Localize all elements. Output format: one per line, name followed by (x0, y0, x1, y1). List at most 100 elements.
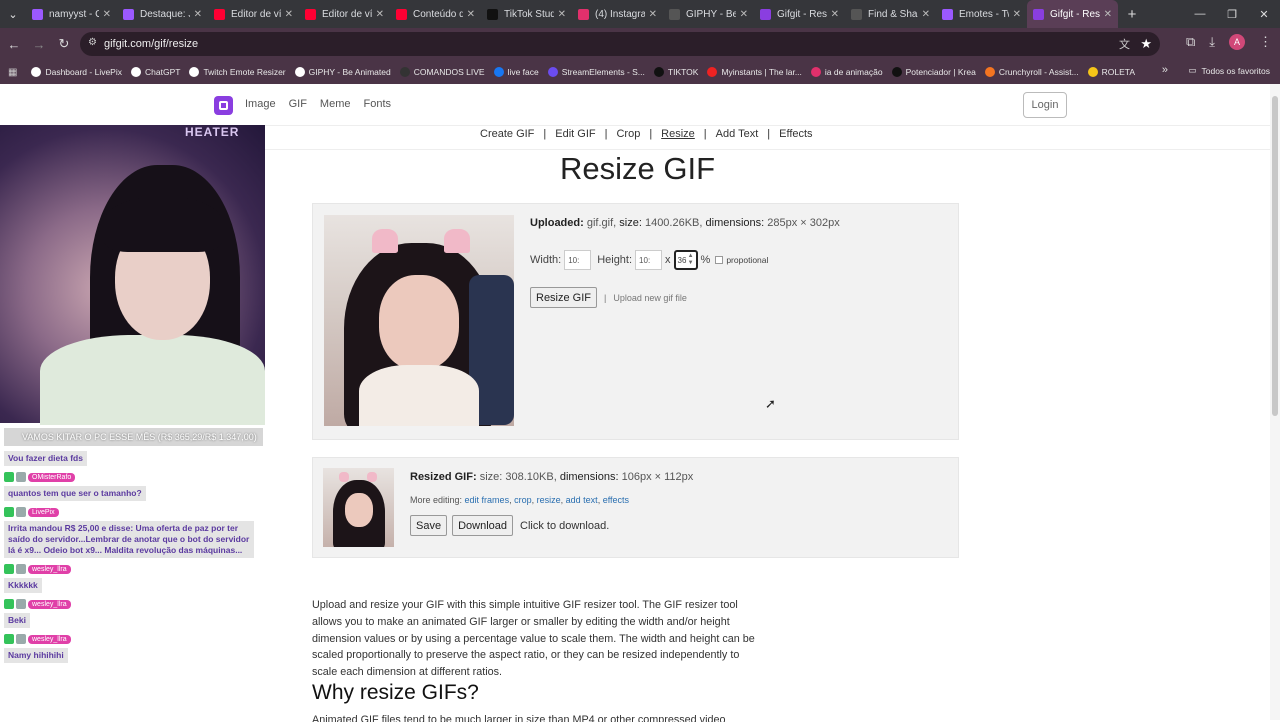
browser-tab[interactable]: namyyst - Gi ✕ (26, 0, 117, 28)
tab-close-icon[interactable]: ✕ (1013, 9, 1021, 20)
browser-tab[interactable]: Gifgit - Resi ✕ (754, 0, 845, 28)
tab-close-icon[interactable]: ✕ (922, 9, 930, 20)
resized-info: Resized GIF: size: 308.10KB, dimensions:… (410, 471, 694, 483)
url-input[interactable]: ⚙ gifgit.com/gif/resize 文 ★ (80, 32, 1160, 56)
tab-close-icon[interactable]: ✕ (649, 9, 657, 20)
bookmark-item[interactable]: ia de animação (810, 67, 883, 77)
height-input[interactable]: 10: (635, 250, 663, 270)
sub-badge-icon (16, 472, 26, 482)
site-info-icon[interactable]: ⚙ (88, 37, 97, 48)
tab-close-icon[interactable]: ✕ (740, 9, 748, 20)
moderator-badge-icon (4, 634, 14, 644)
bookmark-item[interactable]: GIPHY - Be Animated (294, 67, 391, 77)
width-input[interactable]: 10: (564, 250, 592, 270)
scrollbar-thumb[interactable] (1272, 96, 1278, 416)
gifgit-logo-icon[interactable] (214, 96, 233, 115)
more-editing: More editing: edit frames, crop, resize,… (410, 495, 630, 505)
tab-close-icon[interactable]: ✕ (285, 9, 293, 20)
uploaded-label: Uploaded: (530, 217, 584, 229)
login-button[interactable]: Login (1023, 92, 1067, 118)
proportional-checkbox[interactable] (715, 256, 724, 264)
close-window-icon[interactable]: ✕ (1248, 0, 1280, 28)
percent-input[interactable]: 36 ▲ ▼ (673, 250, 698, 270)
tab-close-icon[interactable]: ✕ (376, 9, 384, 20)
browser-tab[interactable]: GIPHY - Be A ✕ (663, 0, 754, 28)
menu-icon[interactable]: ⋮ (1259, 34, 1272, 50)
all-favorites-folder[interactable]: ▭ Todos os favoritos (1188, 65, 1270, 76)
extensions-icon[interactable]: ⧉ (1186, 34, 1195, 50)
subnav-resize[interactable]: Resize (661, 128, 695, 140)
browser-tab[interactable]: Editor de víd ✕ (208, 0, 299, 28)
subnav-create-gif[interactable]: Create GIF (480, 128, 534, 140)
resized-actions: Save Download Click to download. (410, 515, 609, 536)
maximize-icon[interactable]: ❐ (1216, 0, 1248, 28)
browser-tab[interactable]: Gifgit - Resiz ✕ (1027, 0, 1118, 28)
sub-badge-icon (16, 564, 26, 574)
tab-close-icon[interactable]: ✕ (831, 9, 839, 20)
tab-close-icon[interactable]: ✕ (467, 9, 475, 20)
browser-tab[interactable]: Editor de víd ✕ (299, 0, 390, 28)
dimensions-label: dimensions: (705, 217, 765, 229)
bookmark-item[interactable]: COMANDOS LIVE (399, 67, 485, 77)
translate-icon[interactable]: 文 (1119, 36, 1130, 52)
resize-link[interactable]: resize (537, 495, 561, 505)
download-hint: Click to download. (520, 519, 610, 532)
apps-grid-icon[interactable]: ▦ (8, 67, 17, 78)
browser-tab[interactable]: (4) Instagram ✕ (572, 0, 663, 28)
page-scrollbar[interactable] (1270, 84, 1280, 720)
bookmark-item[interactable]: live face (493, 67, 539, 77)
nav-gif[interactable]: GIF (289, 98, 307, 110)
bookmark-item[interactable]: Crunchyroll - Assist... (984, 67, 1079, 77)
bookmark-item[interactable]: ChatGPT (131, 67, 180, 77)
bookmark-item[interactable]: Myinstants | The lar... (707, 67, 802, 77)
moderator-badge-icon (4, 507, 14, 517)
subnav-edit-gif[interactable]: Edit GIF (555, 128, 595, 140)
edit-frames-link[interactable]: edit frames (465, 495, 510, 505)
browser-tab[interactable]: Conteúdo d ✕ (390, 0, 481, 28)
effects-link[interactable]: effects (603, 495, 629, 505)
tab-close-icon[interactable]: ✕ (558, 9, 566, 20)
resize-gif-button[interactable]: Resize GIF (530, 287, 598, 308)
page: Image GIF Meme Fonts Login Create GIF | E… (0, 84, 1280, 722)
download-icon[interactable]: ⤓ (1209, 34, 1215, 50)
bookmark-label: COMANDOS LIVE (413, 67, 485, 77)
subnav-crop[interactable]: Crop (616, 128, 640, 140)
bookmark-item[interactable]: Dashboard - LivePix (31, 67, 122, 77)
tab-close-icon[interactable]: ✕ (1104, 9, 1112, 20)
upload-new-gif-link[interactable]: Upload new gif file (613, 293, 687, 303)
reload-icon[interactable]: ↻ (53, 33, 75, 55)
download-button[interactable]: Download (452, 515, 513, 536)
new-tab-button[interactable]: + (1118, 0, 1146, 28)
nav-image[interactable]: Image (245, 98, 276, 110)
bookmark-item[interactable]: Twitch Emote Resizer (189, 67, 286, 77)
divider (265, 149, 1270, 150)
browser-tab[interactable]: TikTok Studi ✕ (481, 0, 572, 28)
add-text-link[interactable]: add text (566, 495, 598, 505)
save-button[interactable]: Save (410, 515, 448, 536)
spinner-arrows-icon[interactable]: ▲ ▼ (688, 253, 694, 267)
forward-icon[interactable]: → (28, 33, 50, 55)
tab-close-icon[interactable]: ✕ (103, 9, 111, 20)
bookmark-item[interactable]: Potenciador | Krea (891, 67, 976, 77)
profile-avatar[interactable]: A (1229, 34, 1245, 50)
tab-search-icon[interactable]: ⌄ (0, 0, 26, 28)
nav-fonts[interactable]: Fonts (363, 98, 391, 110)
uploaded-info: Uploaded: gif.gif, size: 1400.26KB, dime… (530, 217, 840, 229)
percent-value: 36 (677, 255, 687, 265)
bookmark-item[interactable]: TIKTOK (653, 67, 698, 77)
subnav-effects[interactable]: Effects (779, 128, 812, 140)
browser-tab[interactable]: Destaque: J ✕ (117, 0, 208, 28)
bookmark-item[interactable]: StreamElements - S... (547, 67, 645, 77)
crop-link[interactable]: crop (514, 495, 532, 505)
bookmark-item[interactable]: ROLETA (1087, 67, 1135, 77)
subnav-add-text[interactable]: Add Text (716, 128, 759, 140)
tab-close-icon[interactable]: ✕ (194, 9, 202, 20)
minimize-icon[interactable]: — (1184, 0, 1216, 28)
browser-tab[interactable]: Emotes - Tw ✕ (936, 0, 1027, 28)
site-header: Image GIF Meme Fonts Login (0, 84, 1280, 126)
browser-tab[interactable]: Find & Sha ✕ (845, 0, 936, 28)
more-bookmarks-icon[interactable]: » (1162, 64, 1168, 76)
nav-meme[interactable]: Meme (320, 98, 351, 110)
bookmark-star-icon[interactable]: ★ (1140, 36, 1152, 52)
back-icon[interactable]: ← (3, 33, 25, 55)
